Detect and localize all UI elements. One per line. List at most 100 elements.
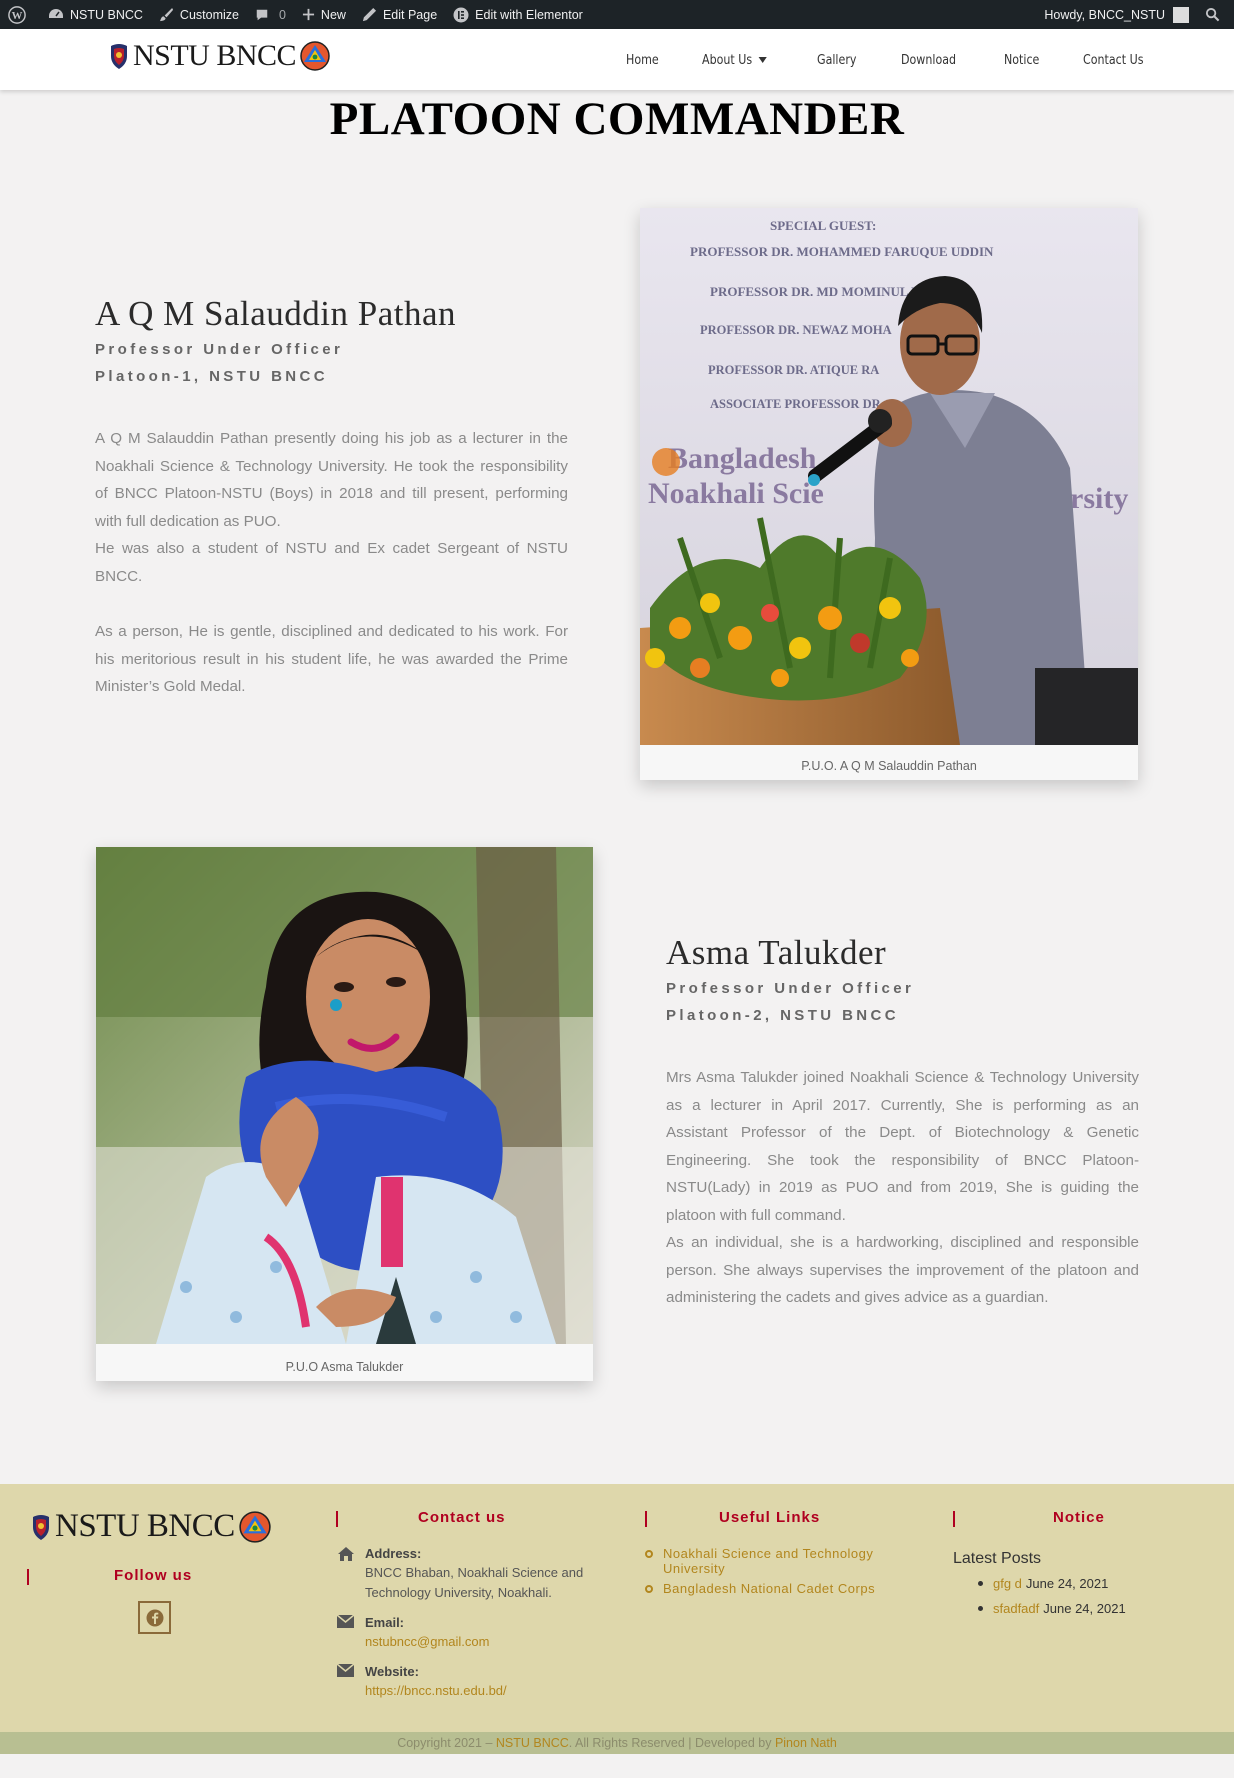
latest-post-item: sfadfadf June 24, 2021 — [978, 1601, 1126, 1616]
address-label: Address: — [365, 1546, 422, 1561]
person2-photo[interactable] — [96, 847, 593, 1344]
useful-divider — [645, 1511, 647, 1527]
site-footer: NSTU BNCC Follow us Contact us Address: … — [0, 1484, 1234, 1732]
nav-notice[interactable]: Notice — [1004, 52, 1039, 68]
nav-contact-us[interactable]: Contact Us — [1083, 52, 1143, 68]
comments-link[interactable]: 0 — [247, 0, 294, 29]
customize-label: Customize — [179, 7, 239, 22]
bullet-icon — [978, 1581, 983, 1586]
elementor-icon — [453, 7, 469, 22]
useful-link-bncc[interactable]: Bangladesh National Cadet Corps — [645, 1581, 875, 1596]
latest-post-link[interactable]: sfadfadf — [993, 1601, 1039, 1616]
email-item: Email: nstubncc@gmail.com — [336, 1614, 489, 1649]
banner-line-9: rsity — [1070, 482, 1128, 515]
useful-links-heading: Useful Links — [719, 1509, 821, 1526]
bncc-crest-icon — [111, 44, 127, 69]
chevron-down-icon — [758, 56, 767, 63]
person2-role: Professor Under Officer Platoon-2, NSTU … — [666, 975, 914, 1029]
wordpress-logo-icon[interactable]: W — [0, 0, 40, 29]
person1-bio: A Q M Salauddin Pathan presently doing h… — [95, 425, 568, 701]
edit-page-link[interactable]: Edit Page — [354, 0, 445, 29]
latest-post-item: gfg d June 24, 2021 — [978, 1576, 1108, 1591]
contact-divider — [336, 1511, 338, 1527]
email-link[interactable]: nstubncc@gmail.com — [365, 1634, 489, 1649]
follow-divider — [27, 1569, 29, 1585]
facebook-button[interactable] — [138, 1601, 171, 1634]
envelope-icon — [336, 1614, 355, 1628]
useful-link-bncc-label: Bangladesh National Cadet Corps — [663, 1581, 876, 1596]
new-content-link[interactable]: New — [294, 0, 354, 29]
latest-post-date: June 24, 2021 — [1025, 1576, 1109, 1591]
brush-icon — [159, 7, 173, 22]
notice-heading: Notice — [1053, 1509, 1105, 1526]
admin-search-button[interactable] — [1197, 0, 1234, 29]
address-text: BNCC Bhaban, Noakhali Science and Techno… — [365, 1565, 584, 1600]
person1-photo[interactable]: SPECIAL GUEST: PROFESSOR DR. MOHAMMED FA… — [640, 208, 1138, 745]
page-title: PLATOON COMMANDER — [329, 93, 905, 145]
site-logo[interactable]: NSTU BNCC — [108, 39, 331, 73]
nav-contact-label: Contact Us — [1083, 51, 1144, 68]
logo-text: NSTU BNCC — [133, 39, 297, 72]
website-label: Website: — [365, 1664, 419, 1679]
dashboard-icon — [49, 8, 63, 18]
admin-site-name: NSTU BNCC — [70, 7, 143, 22]
banner-line-5: PROFESSOR DR. ATIQUE RA — [708, 363, 879, 377]
nav-about-label: About Us — [701, 51, 752, 68]
person1-platoon: Platoon-1, NSTU BNCC — [95, 368, 328, 385]
footer-logo[interactable]: NSTU BNCC — [30, 1508, 272, 1545]
edit-elementor-link[interactable]: Edit with Elementor — [445, 0, 591, 29]
latest-posts-title: Latest Posts — [953, 1550, 1042, 1567]
nav-gallery-label: Gallery — [817, 51, 857, 68]
search-icon — [1205, 7, 1220, 22]
nav-home-label: Home — [626, 51, 659, 68]
useful-link-nstu-label: Noakhali Science and Technology Universi… — [663, 1546, 874, 1576]
admin-site-link[interactable]: NSTU BNCC — [40, 0, 151, 29]
banner-line-8: Noakhali Scie — [648, 477, 824, 510]
site-header: NSTU BNCC Home About Us Gallery Download… — [0, 29, 1234, 90]
website-link[interactable]: https://bncc.nstu.edu.bd/ — [365, 1683, 507, 1698]
latest-post-link[interactable]: gfg d — [993, 1576, 1022, 1591]
facebook-icon — [146, 1609, 163, 1626]
bncc-emblem-icon — [239, 1510, 271, 1543]
copyright-prefix: Copyright 2021 – — [397, 1736, 493, 1750]
person2-photo-card: P.U.O Asma Talukder — [96, 847, 593, 1381]
circle-bullet-icon — [645, 1550, 653, 1558]
plus-icon — [302, 8, 314, 21]
new-label: New — [320, 7, 346, 22]
banner-line-1: SPECIAL GUEST: — [770, 218, 876, 233]
copyright-site-link[interactable]: NSTU BNCC — [496, 1736, 569, 1750]
nav-gallery[interactable]: Gallery — [817, 52, 856, 68]
person2-bio-p2: As an individual, she is a hardworking, … — [666, 1234, 1139, 1306]
customize-link[interactable]: Customize — [151, 0, 247, 29]
person2-platoon: Platoon-2, NSTU BNCC — [666, 1007, 899, 1024]
nav-notice-label: Notice — [1004, 51, 1040, 68]
bullet-icon — [978, 1606, 983, 1611]
avatar — [1173, 6, 1189, 23]
comment-icon — [256, 9, 268, 20]
person2-photo-caption: P.U.O Asma Talukder — [285, 1360, 404, 1374]
bncc-emblem-icon — [300, 41, 330, 71]
developer-link[interactable]: Pinon Nath — [775, 1736, 837, 1750]
person1-bio-p1: A Q M Salauddin Pathan presently doing h… — [95, 430, 568, 530]
nav-home[interactable]: Home — [626, 52, 659, 68]
person1-role-title: Professor Under Officer — [95, 341, 344, 358]
latest-post-date: June 24, 2021 — [1043, 1601, 1126, 1616]
nav-about-us[interactable]: About Us — [702, 52, 767, 68]
nav-download[interactable]: Download — [901, 52, 956, 68]
bncc-crest-icon — [33, 1514, 49, 1540]
person2-bio: Mrs Asma Talukder joined Noakhali Scienc… — [666, 1064, 1139, 1312]
comments-count: 0 — [278, 7, 286, 22]
person1-bio-p2: He was also a student of NSTU and Ex cad… — [95, 540, 568, 585]
person1-photo-caption: P.U.O. A Q M Salauddin Pathan — [801, 759, 977, 773]
contact-heading: Contact us — [418, 1509, 506, 1526]
follow-us-heading: Follow us — [114, 1567, 193, 1584]
nav-download-label: Download — [901, 51, 957, 68]
my-account-link[interactable]: Howdy, BNCC_NSTU — [1036, 0, 1197, 29]
website-item: Website: https://bncc.nstu.edu.bd/ — [336, 1663, 507, 1698]
wp-admin-bar: W NSTU BNCC Customize 0 New Edit Page Ed… — [0, 0, 1234, 29]
useful-link-nstu[interactable]: Noakhali Science and Technology Universi… — [645, 1546, 893, 1576]
person1-bio-p3: As a person, He is gentle, disciplined a… — [95, 623, 568, 695]
email-label: Email: — [365, 1615, 405, 1630]
copyright-bar: Copyright 2021 – NSTU BNCC. All Rights R… — [0, 1732, 1234, 1754]
circle-bullet-icon — [645, 1585, 653, 1593]
